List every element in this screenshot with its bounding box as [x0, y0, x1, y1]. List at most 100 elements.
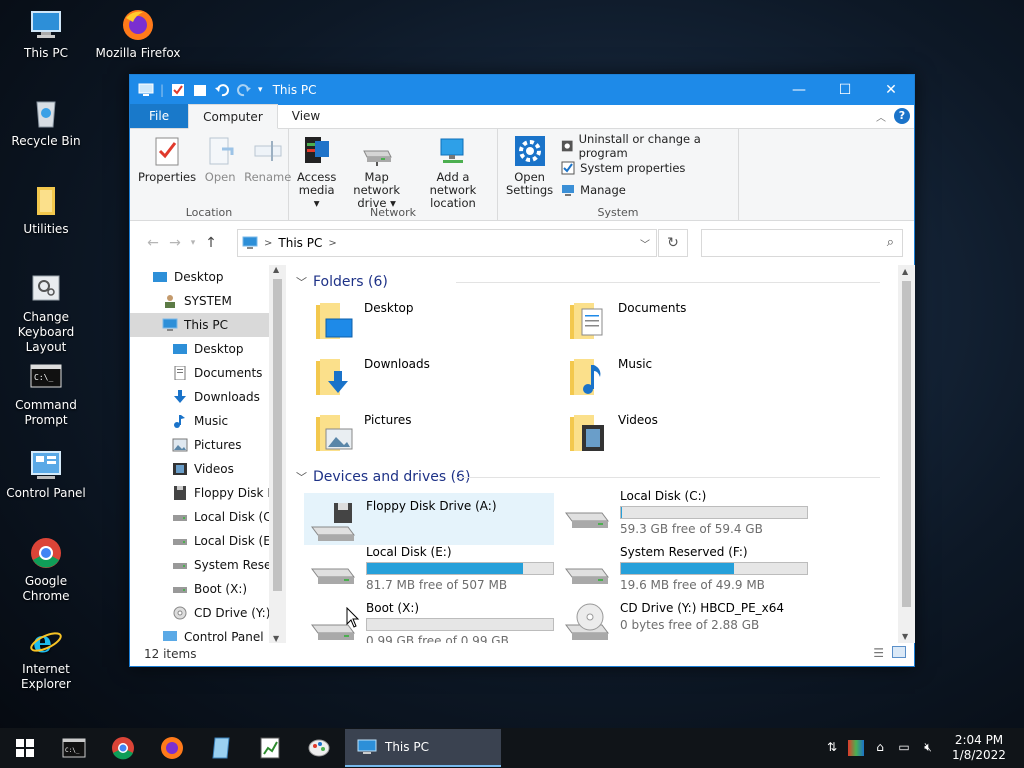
desktop-icon-label: This PC — [24, 46, 68, 60]
display-icon[interactable] — [848, 740, 864, 756]
nav-item-videos[interactable]: Videos — [130, 457, 285, 481]
maximize-button[interactable]: ☐ — [822, 75, 868, 105]
folder-tile-pictures[interactable]: Pictures — [314, 413, 412, 453]
desktop-icon-recycle-bin[interactable]: Recycle Bin — [0, 96, 92, 149]
quick-access-toolbar: | ▾ — [130, 83, 263, 97]
minimize-button[interactable]: — — [776, 75, 822, 105]
chevron-down-icon[interactable]: ﹀ — [296, 469, 307, 485]
nav-item-floppy[interactable]: Floppy Disk Dri — [130, 481, 285, 505]
desktop-icon-command-prompt[interactable]: C:\_ Command Prompt — [0, 360, 92, 428]
large-icons-view-icon[interactable] — [892, 646, 906, 658]
taskbar-active-this-pc[interactable]: This PC — [345, 729, 501, 767]
chevron-down-icon[interactable]: ▾ — [258, 85, 263, 95]
drive-tile-local-disk-e[interactable]: Local Disk (E:) 81.7 MB free of 507 MB — [310, 545, 554, 592]
nav-item-music[interactable]: Music — [130, 409, 285, 433]
clock-time: 2:04 PM — [954, 733, 1004, 747]
refresh-button[interactable]: ↻ — [658, 229, 688, 257]
nav-item-pictures[interactable]: Pictures — [130, 433, 285, 457]
folder-tile-downloads[interactable]: Downloads — [314, 357, 430, 397]
taskbar-app-chart[interactable] — [245, 728, 294, 768]
mouse-cursor-icon — [346, 607, 360, 628]
nav-item-system[interactable]: SYSTEM — [130, 289, 285, 313]
navigation-pane: Desktop SYSTEM This PC Desktop Documents… — [130, 265, 285, 643]
desktop-icon-utilities[interactable]: Utilities — [0, 184, 92, 237]
network-icon[interactable]: ⇅ — [824, 740, 840, 756]
nav-item-downloads[interactable]: Downloads — [130, 385, 285, 409]
recent-locations-button[interactable]: ▾ — [186, 238, 200, 248]
nav-item-local-disk-c[interactable]: Local Disk (C:) — [130, 505, 285, 529]
drive-tile-local-disk-c[interactable]: Local Disk (C:) 59.3 GB free of 59.4 GB — [564, 489, 808, 536]
uninstall-program-button[interactable]: Uninstall or change a program — [561, 132, 734, 160]
breadcrumb-this-pc[interactable]: This PC — [278, 236, 322, 250]
details-view-icon[interactable]: ☰ — [873, 646, 884, 660]
desktop-icon-this-pc[interactable]: This PC — [0, 8, 92, 61]
navigation-scrollbar[interactable]: ▲ ▼ — [269, 265, 286, 643]
search-input[interactable]: ⌕ — [701, 229, 903, 257]
scroll-up-icon[interactable]: ▲ — [273, 265, 279, 274]
nav-item-desktop[interactable]: Desktop — [130, 337, 285, 361]
undo-icon[interactable] — [214, 83, 230, 97]
clock[interactable]: 2:04 PM 1/8/2022 — [944, 733, 1014, 763]
nav-item-desktop-root[interactable]: Desktop — [130, 265, 285, 289]
nav-item-boot-x[interactable]: Boot (X:) — [130, 577, 285, 601]
tab-computer[interactable]: Computer — [188, 104, 278, 129]
close-button[interactable]: ✕ — [868, 75, 914, 105]
properties-icon[interactable] — [170, 83, 186, 97]
nav-item-documents[interactable]: Documents — [130, 361, 285, 385]
new-folder-icon[interactable] — [192, 83, 208, 97]
chevron-right-icon[interactable]: > — [264, 238, 272, 249]
nav-item-cd-drive[interactable]: CD Drive (Y:) H — [130, 601, 285, 625]
taskbar-app-paint[interactable] — [294, 728, 343, 768]
taskbar-chrome[interactable] — [98, 728, 147, 768]
tab-view[interactable]: View — [278, 104, 334, 128]
address-bar[interactable]: > This PC > ﹀ — [237, 229, 657, 257]
desktop-icon-change-keyboard[interactable]: Change Keyboard Layout — [0, 272, 92, 355]
nav-item-system-reserved[interactable]: System Reserve — [130, 553, 285, 577]
up-button[interactable]: ↑ — [200, 235, 222, 251]
start-button[interactable] — [0, 728, 49, 768]
desktop-icon-internet-explorer[interactable]: e Internet Explorer — [0, 624, 92, 692]
chart-document-icon — [260, 737, 279, 759]
system-properties-icon — [561, 161, 575, 174]
collapse-ribbon-icon[interactable]: ︿ — [876, 109, 886, 124]
drive-tile-cd-drive[interactable]: CD Drive (Y:) HBCD_PE_x64 0 bytes free o… — [564, 601, 784, 643]
manage-button[interactable]: Manage — [561, 181, 734, 198]
nav-item-this-pc[interactable]: This PC — [130, 313, 285, 337]
scroll-up-icon[interactable]: ▲ — [902, 267, 908, 276]
drives-section-header[interactable]: ﹀ Devices and drives (6) — [288, 464, 888, 490]
back-button[interactable]: ← — [142, 235, 164, 251]
chevron-right-icon[interactable]: > — [328, 238, 336, 249]
taskbar-command-prompt[interactable]: C:\_ — [49, 728, 98, 768]
keyboard-icon[interactable]: ▭ — [896, 740, 912, 756]
taskbar-firefox[interactable] — [147, 728, 196, 768]
desktop-icon-firefox[interactable]: Mozilla Firefox — [92, 8, 184, 61]
folder-tile-music[interactable]: Music — [568, 357, 652, 397]
forward-button[interactable]: → — [164, 235, 186, 251]
documents-icon — [174, 366, 186, 380]
folder-tile-videos[interactable]: Videos — [568, 413, 658, 453]
content-scrollbar[interactable]: ▲ ▼ — [898, 265, 915, 643]
drive-tile-floppy[interactable]: Floppy Disk Drive (A:) — [304, 493, 554, 545]
chevron-down-icon[interactable]: ﹀ — [296, 274, 307, 290]
redo-icon[interactable] — [236, 83, 252, 97]
folders-section-header[interactable]: ﹀ Folders (6) — [288, 269, 888, 295]
window-title: This PC — [272, 83, 317, 97]
usb-icon[interactable]: ⌂ — [872, 740, 888, 756]
scroll-down-icon[interactable]: ▼ — [902, 632, 908, 641]
help-icon[interactable]: ? — [894, 108, 910, 124]
desktop-icon-control-panel[interactable]: Control Panel — [0, 448, 92, 501]
volume-muted-icon[interactable]: 🔇︎ — [920, 740, 936, 756]
chevron-down-icon[interactable]: ﹀ — [640, 236, 650, 251]
scrollbar-thumb[interactable] — [902, 281, 911, 607]
system-properties-button[interactable]: System properties — [561, 159, 734, 176]
tab-file[interactable]: File — [130, 104, 189, 128]
title-bar[interactable]: | ▾ This PC — ☐ ✕ — [130, 75, 914, 105]
nav-item-local-disk-e[interactable]: Local Disk (E:) — [130, 529, 285, 553]
folder-tile-documents[interactable]: Documents — [568, 301, 686, 341]
scrollbar-thumb[interactable] — [273, 279, 282, 591]
taskbar-app-notebook[interactable] — [196, 728, 245, 768]
desktop-icon-chrome[interactable]: Google Chrome — [0, 536, 92, 604]
nav-item-control-panel[interactable]: Control Panel — [130, 625, 285, 643]
folder-tile-desktop[interactable]: Desktop — [314, 301, 414, 341]
drive-tile-system-reserved[interactable]: System Reserved (F:) 19.6 MB free of 49.… — [564, 545, 808, 592]
